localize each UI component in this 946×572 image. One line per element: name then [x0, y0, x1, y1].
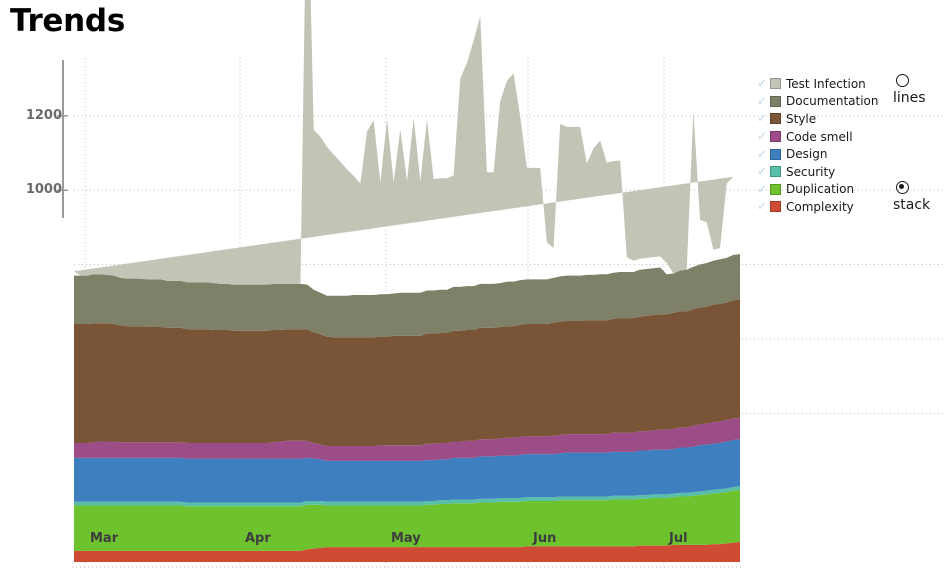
- area-series-test-infection: [74, 0, 734, 285]
- legend-color-swatch: [770, 183, 781, 195]
- x-tick-apr: Apr: [245, 531, 271, 546]
- check-icon[interactable]: ✓: [757, 200, 770, 213]
- mode-option-label: lines: [893, 90, 926, 106]
- y-tick-1000: 1000: [25, 182, 62, 198]
- check-icon[interactable]: ✓: [757, 130, 770, 143]
- radio-stack-icon[interactable]: [896, 181, 909, 194]
- chart-legend: ✓ Test Infection ✓ Documentation ✓ Style ✓ Code…: [757, 75, 887, 216]
- legend-item-label: Test Infection: [786, 76, 866, 91]
- legend-color-swatch: [770, 78, 781, 90]
- x-tick-may: May: [391, 531, 421, 546]
- legend-item-complexity[interactable]: ✓ Complexity: [757, 198, 887, 216]
- x-tick-mar: Mar: [90, 531, 119, 546]
- legend-item-design[interactable]: ✓ Design: [757, 145, 887, 163]
- legend-item-label: Documentation: [786, 94, 879, 109]
- legend-color-swatch: [770, 95, 781, 107]
- check-icon[interactable]: ✓: [757, 94, 770, 108]
- legend-color-swatch: [770, 113, 781, 125]
- mode-option-label: stack: [893, 197, 931, 213]
- check-icon[interactable]: ✓: [757, 182, 770, 196]
- legend-item-label: Complexity: [786, 199, 854, 214]
- legend-item-documentation[interactable]: ✓ Documentation: [757, 93, 887, 111]
- legend-color-swatch: [770, 131, 781, 143]
- legend-item-label: Security: [786, 164, 836, 179]
- check-icon[interactable]: ✓: [757, 112, 770, 125]
- radio-lines-icon[interactable]: [896, 74, 909, 87]
- legend-color-swatch: [770, 201, 781, 213]
- legend-item-duplication[interactable]: ✓ Duplication: [757, 181, 887, 199]
- check-icon[interactable]: ✓: [757, 147, 770, 161]
- legend-item-test-infection[interactable]: ✓ Test Infection: [757, 75, 887, 93]
- y-tick-1200: 1200: [25, 107, 62, 123]
- legend-item-label: Duplication: [786, 182, 855, 197]
- legend-item-security[interactable]: ✓ Security: [757, 163, 887, 181]
- legend-item-label: Code smell: [786, 129, 853, 144]
- check-icon[interactable]: ✓: [757, 77, 770, 90]
- check-icon[interactable]: ✓: [757, 165, 770, 178]
- legend-item-style[interactable]: ✓ Style: [757, 110, 887, 128]
- mode-option-lines[interactable]: lines: [893, 74, 926, 106]
- legend-item-label: Design: [786, 147, 828, 162]
- legend-item-code-smell[interactable]: ✓ Code smell: [757, 128, 887, 146]
- legend-color-swatch: [770, 166, 781, 178]
- mode-option-stack[interactable]: stack: [893, 181, 930, 213]
- legend-item-label: Style: [786, 111, 817, 126]
- x-tick-jun: Jun: [533, 531, 557, 546]
- x-tick-jul: Jul: [669, 531, 688, 546]
- legend-color-swatch: [770, 148, 781, 160]
